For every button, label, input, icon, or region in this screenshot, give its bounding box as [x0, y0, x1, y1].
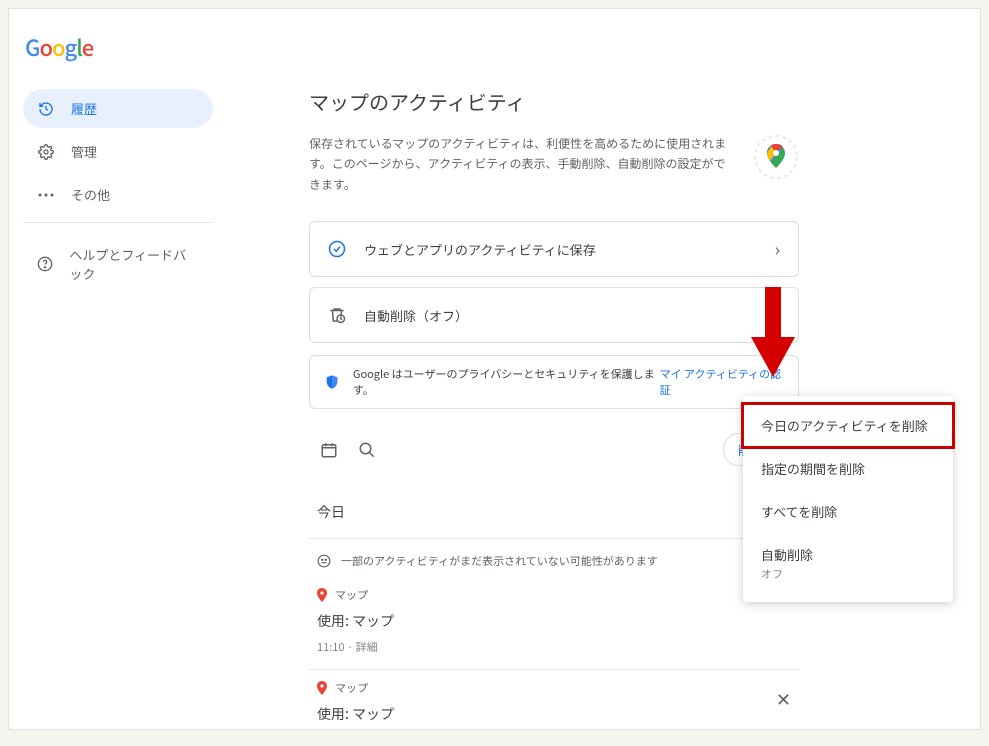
dropdown-item-label: 今日のアクティビティを削除 [761, 416, 928, 435]
annotation-arrow [751, 287, 795, 377]
card-auto-delete[interactable]: 自動削除（オフ） › [309, 287, 799, 343]
card-label: ウェブとアプリのアクティビティに保存 [364, 240, 775, 259]
activity-title: 使用: マップ [317, 611, 791, 631]
page-title: マップのアクティビティ [309, 87, 799, 116]
chevron-right-icon: › [775, 236, 780, 262]
sidebar-item-label: 管理 [71, 142, 97, 161]
google-logo: Google [25, 31, 93, 63]
delete-dropdown-menu: 今日のアクティビティを削除 指定の期間を削除 すべてを削除 自動削除 オフ [743, 396, 953, 602]
auto-delete-icon [328, 306, 348, 324]
dropdown-item-label: すべてを削除 [761, 502, 837, 521]
shield-icon [324, 374, 341, 390]
search-button[interactable] [353, 436, 381, 464]
sidebar-item-label: 履歴 [71, 99, 97, 118]
dropdown-item-label: 自動削除 [761, 545, 813, 564]
help-icon [37, 256, 53, 272]
more-icon [37, 193, 55, 197]
pending-note: 一部のアクティビティがまだ表示されていない可能性があります [309, 539, 799, 577]
sidebar-item-label: ヘルプとフィードバック [69, 245, 199, 283]
activity-app-name: マップ [335, 680, 368, 696]
history-icon [37, 101, 55, 117]
sidebar: 履歴 管理 その他 ヘルプとフィードバック [23, 89, 213, 297]
banner-text: Google はユーザーのプライバシーとセキュリティを保護します。 [353, 366, 656, 398]
activity-item: マップ 使用: マップ 11:10 · 詳細 ✕ [309, 670, 799, 730]
dropdown-item-delete-all[interactable]: すべてを削除 [743, 490, 953, 533]
page-description: 保存されているマップのアクティビティは、利便性を高めるために使用されます。このペ… [309, 134, 737, 195]
section-header-today: 今日 [309, 484, 799, 539]
card-label: 自動削除（オフ） [364, 306, 775, 325]
privacy-banner: Google はユーザーのプライバシーとセキュリティを保護します。 マイ アクテ… [309, 355, 799, 409]
maps-pin-icon [317, 681, 327, 695]
sidebar-item-manage[interactable]: 管理 [23, 132, 213, 171]
gear-icon [37, 144, 55, 160]
card-web-app-activity[interactable]: ウェブとアプリのアクティビティに保存 › [309, 221, 799, 277]
sidebar-item-label: その他 [71, 185, 110, 204]
maps-badge-icon [753, 134, 799, 180]
maps-pin-icon [317, 588, 327, 602]
toolbar: 削除 [309, 433, 799, 466]
sidebar-item-help[interactable]: ヘルプとフィードバック [23, 235, 213, 293]
activity-app-name: マップ [335, 587, 368, 603]
activity-time: 11:10 [317, 639, 344, 655]
main-content: マップのアクティビティ 保存されているマップのアクティビティは、利便性を高めるた… [309, 87, 799, 730]
clock-outline-icon [317, 554, 331, 568]
sidebar-item-history[interactable]: 履歴 [23, 89, 213, 128]
dropdown-item-label: 指定の期間を削除 [761, 459, 865, 478]
dropdown-item-auto-delete[interactable]: 自動削除 オフ [743, 533, 953, 594]
dropdown-item-delete-range[interactable]: 指定の期間を削除 [743, 447, 953, 490]
dropdown-item-delete-today[interactable]: 今日のアクティビティを削除 [743, 404, 953, 447]
delete-activity-button[interactable]: ✕ [776, 686, 791, 712]
dropdown-item-sublabel: オフ [761, 566, 935, 582]
activity-item: マップ 使用: マップ 11:10 · 詳細 [309, 577, 799, 670]
sidebar-item-more[interactable]: その他 [23, 175, 213, 214]
sidebar-divider [23, 222, 213, 223]
checkmark-circle-icon [328, 240, 348, 258]
calendar-button[interactable] [315, 436, 343, 464]
pending-note-text: 一部のアクティビティがまだ表示されていない可能性があります [341, 553, 658, 569]
activity-title: 使用: マップ [317, 704, 791, 724]
activity-detail-link[interactable]: 詳細 [356, 639, 378, 655]
